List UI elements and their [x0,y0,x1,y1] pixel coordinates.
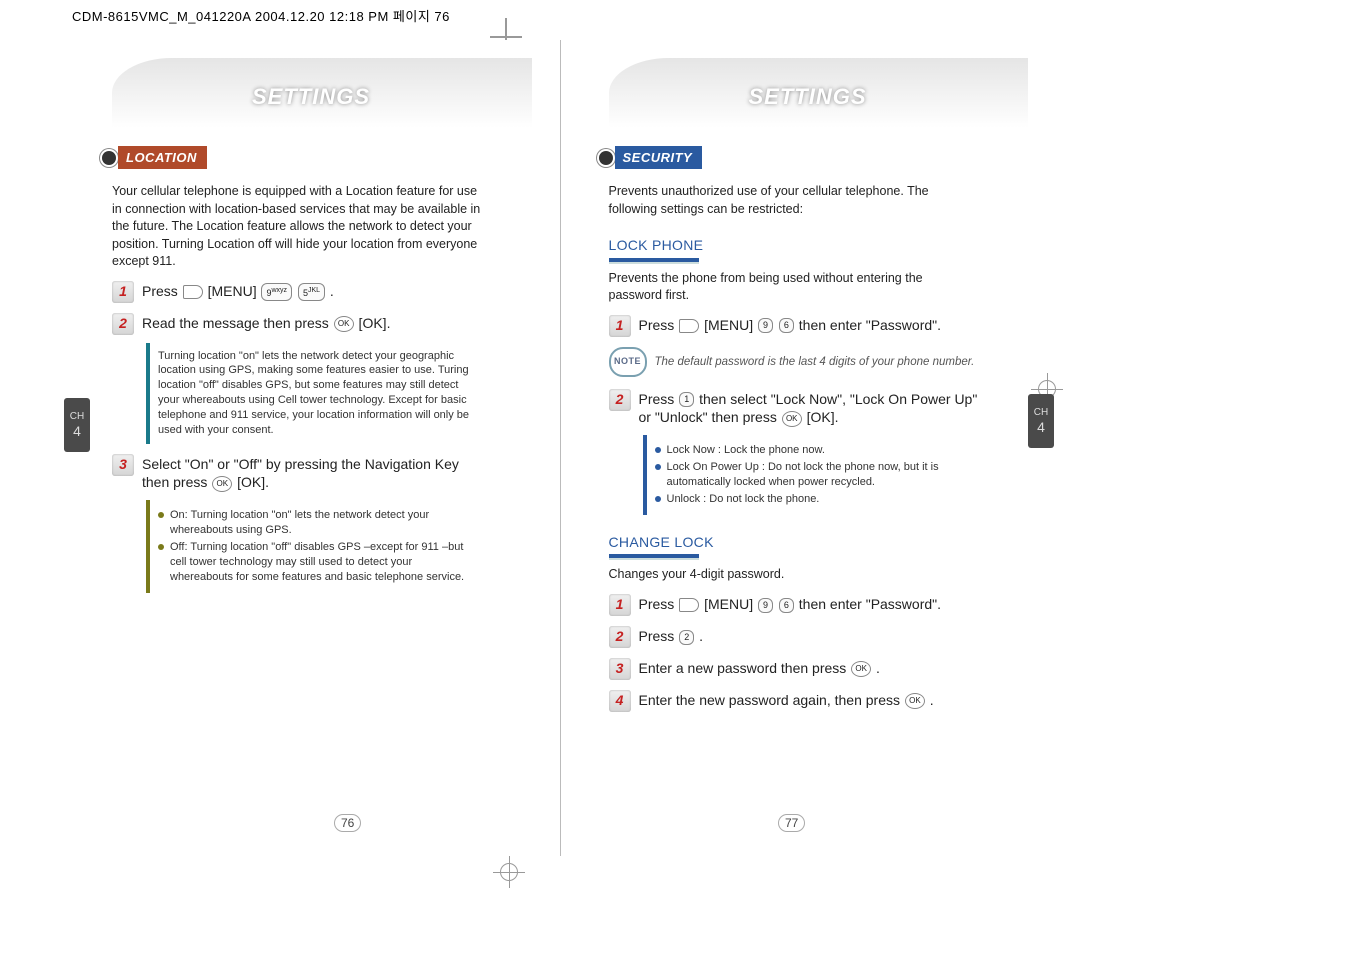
key-9-icon: 9 [758,318,773,333]
key-9-icon: 9wxyz [261,283,292,301]
softkey-icon [679,598,699,612]
change-step-1: 1 Press [MENU] 9 6 then enter "Password"… [609,594,979,616]
ok-key-icon: OK [212,476,232,492]
page-77: SETTINGS SECURITY Prevents unauthorized … [561,40,1057,856]
security-intro: Prevents unauthorized use of your cellul… [609,183,979,218]
step-2: 2 Read the message then press OK [OK]. [112,313,482,335]
ok-key-icon: OK [851,661,871,677]
location-intro: Your cellular telephone is equipped with… [112,183,482,271]
registration-mark-icon [500,863,518,881]
step-1: 1 Press [MENU] 9wxyz 5JKL . [112,281,482,303]
step-3: 3 Select "On" or "Off" by pressing the N… [112,454,482,493]
page-title: SETTINGS [609,58,1029,110]
note-icon: NOTE [609,347,647,377]
key-6-icon: 6 [779,318,794,333]
lock-step-2: 2 Press 1 then select "Lock Now", "Lock … [609,389,979,428]
page-number-left: 76 [334,814,361,832]
note-default-password: NOTE The default password is the last 4 … [609,347,979,377]
change-step-3: 3 Enter a new password then press OK . [609,658,979,680]
print-header: CDM-8615VMC_M_041220A 2004.12.20 12:18 P… [72,6,450,25]
subhead-change-lock: CHANGE LOCK [609,533,979,553]
change-step-2: 2 Press 2 . [609,626,979,648]
key-1-icon: 1 [679,392,694,407]
info-box-lock-options: Lock Now : Lock the phone now. Lock On P… [643,435,979,514]
change-lock-desc: Changes your 4-digit password. [609,566,979,584]
softkey-icon [183,285,203,299]
page-title: SETTINGS [112,58,532,110]
softkey-icon [679,319,699,333]
info-box-location-detail: Turning location "on" lets the network d… [146,343,482,444]
ok-key-icon: OK [334,316,354,332]
key-2-icon: 2 [679,630,694,645]
key-6-icon: 6 [779,598,794,613]
ok-key-icon: OK [905,693,925,709]
section-location: LOCATION [102,146,207,169]
change-step-4: 4 Enter the new password again, then pre… [609,690,979,712]
key-9-icon: 9 [758,598,773,613]
lock-step-1: 1 Press [MENU] 9 6 then enter "Password"… [609,315,979,337]
ok-key-icon: OK [782,411,802,427]
subhead-lock-phone: LOCK PHONE [609,236,979,256]
section-security: SECURITY [599,146,703,169]
lock-phone-desc: Prevents the phone from being used witho… [609,270,979,305]
page-number-right: 77 [778,814,805,832]
page-76: SETTINGS LOCATION Your cellular telephon… [64,40,561,856]
key-5-icon: 5JKL [298,283,325,301]
info-box-on-off: On: Turning location "on" lets the netwo… [146,500,482,592]
